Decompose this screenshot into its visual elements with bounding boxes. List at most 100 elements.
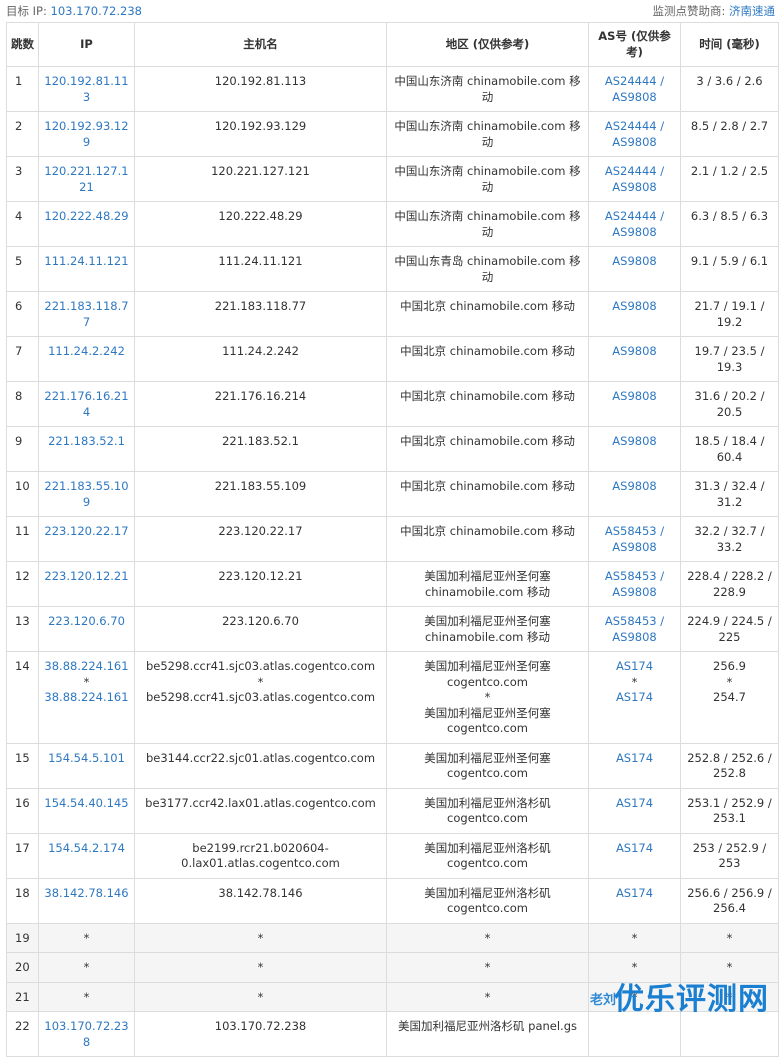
ip-cell: 103.170.72.238 — [38, 1011, 135, 1057]
table-row: 4 120.222.48.29 120.222.48.29 中国山东济南 chinam… — [6, 201, 779, 247]
as-link[interactable]: AS58453 / — [593, 614, 676, 630]
region-cell: 中国北京 chinamobile.com 移动 — [386, 381, 589, 427]
as-link[interactable]: AS9808 — [593, 389, 676, 405]
time-text: 32.2 / 32.7 / — [694, 524, 765, 538]
region-text: 美国加利福尼亚州洛杉矶 panel.gs — [397, 1019, 577, 1033]
ip-link[interactable]: 221.183.55.109 — [43, 479, 130, 510]
as-cell — [588, 1011, 681, 1057]
hostname-text: 120.221.127.121 — [211, 164, 310, 178]
ip-link[interactable]: 111.24.11.121 — [43, 254, 130, 270]
ip-link[interactable]: 120.192.93.129 — [43, 119, 130, 150]
as-link[interactable]: AS9808 — [593, 180, 676, 196]
col-header-time: 时间 (毫秒) — [680, 22, 779, 67]
as-text: * — [631, 930, 638, 945]
region-cell: 美国加利福尼亚州洛杉矶 cogentco.com — [386, 877, 589, 924]
time-text: 253.1 — [713, 811, 746, 825]
table-row: 14 38.88.224.161 * 38.88.224.161 be5298.ccr4… — [6, 651, 779, 744]
ip-link[interactable]: 221.183.52.1 — [43, 434, 130, 450]
hostname-cell: be2199.rcr21.b020604- 0.lax01.atlas.cogen… — [134, 832, 387, 879]
table-row: 19 * * * * * — [6, 922, 779, 953]
time-text: 18.5 / 18.4 / — [694, 434, 765, 448]
as-cell: AS174 — [588, 787, 681, 834]
ip-link[interactable]: 120.192.81.113 — [43, 74, 130, 105]
as-link[interactable]: AS9808 — [593, 434, 676, 450]
as-cell: AS24444 /AS9808 — [588, 66, 681, 112]
time-cell: * — [680, 922, 779, 953]
hostname-cell: 120.222.48.29 — [134, 201, 387, 247]
table-row: 2 120.192.93.129 120.192.93.129 中国山东济南 chin… — [6, 111, 779, 157]
as-link[interactable]: AS9808 — [593, 90, 676, 106]
ip-cell: 221.183.118.77 — [38, 291, 135, 337]
as-link[interactable]: AS24444 / — [593, 119, 676, 135]
as-link[interactable]: AS9808 — [593, 540, 676, 556]
as-link[interactable]: AS174 — [593, 796, 676, 812]
ip-link[interactable]: 223.120.6.70 — [43, 614, 130, 630]
as-link[interactable]: AS9808 — [593, 585, 676, 601]
as-link[interactable]: AS24444 / — [593, 164, 676, 180]
region-cell: * — [386, 952, 589, 983]
as-link[interactable]: AS24444 / — [593, 74, 676, 90]
ip-link[interactable]: 120.221.127.121 — [43, 164, 130, 195]
as-link[interactable]: AS174 — [593, 690, 676, 706]
ip-cell: * — [38, 922, 135, 953]
as-link[interactable]: AS58453 / — [593, 524, 676, 540]
table-row: 1 120.192.81.113 120.192.81.113 中国山东济南 chin… — [6, 66, 779, 112]
as-link[interactable]: AS58453 / — [593, 569, 676, 585]
region-text: 美国加利福尼亚州洛杉矶 — [424, 840, 551, 855]
as-link[interactable]: AS174 — [593, 659, 676, 675]
ip-cell: 38.88.224.161 * 38.88.224.161 — [38, 651, 135, 744]
table-row: 15 154.54.5.101 be3144.ccr22.sjc01.atlas.c… — [6, 742, 779, 789]
table-row: 8 221.176.16.214 221.176.16.214 中国北京 chinam… — [6, 381, 779, 427]
time-text: 253.1 / 252.9 / — [687, 795, 772, 810]
as-link[interactable]: AS9808 — [593, 344, 676, 360]
hostname-text: 221.183.55.109 — [214, 479, 307, 493]
hop-cell: 4 — [6, 201, 39, 247]
hop-cell: 18 — [6, 877, 39, 924]
region-cell: 中国山东济南 chinamobile.com 移动 — [386, 111, 589, 157]
region-cell: 美国加利福尼亚州洛杉矶 panel.gs — [386, 1011, 589, 1057]
ip-link[interactable]: 221.176.16.214 — [43, 389, 130, 420]
sponsor-link[interactable]: 济南速通 — [729, 4, 775, 18]
target-ip-value: 103.170.72.238 — [50, 4, 142, 18]
as-link[interactable]: AS174 — [593, 751, 676, 767]
ip-link[interactable]: 154.54.2.174 — [43, 841, 130, 857]
as-link[interactable]: AS9808 — [593, 299, 676, 315]
ip-link[interactable]: 120.222.48.29 — [43, 209, 130, 225]
as-link[interactable]: AS9808 — [593, 479, 676, 495]
hostname-text: 221.183.52.1 — [222, 434, 299, 448]
ip-link[interactable]: 38.142.78.146 — [43, 886, 130, 902]
sponsor-label: 监测点赞助商: — [652, 4, 726, 18]
region-cell: 美国加利福尼亚州圣何塞 chinamobile.com 移动 — [386, 561, 589, 607]
ip-cell: 120.192.93.129 — [38, 111, 135, 157]
hostname-cell: 120.192.93.129 — [134, 111, 387, 157]
ip-link[interactable]: 38.88.224.161 — [43, 690, 130, 706]
ip-link[interactable]: 111.24.2.242 — [43, 344, 130, 360]
as-link[interactable]: AS24444 / — [593, 209, 676, 225]
as-link[interactable]: AS9808 — [593, 254, 676, 270]
region-cell: 中国山东青岛 chinamobile.com 移动 — [386, 246, 589, 292]
hop-cell: 20 — [6, 952, 39, 983]
as-link[interactable]: AS174 — [593, 886, 676, 902]
ip-link[interactable]: 154.54.40.145 — [43, 796, 130, 812]
as-link[interactable]: AS174 — [593, 841, 676, 857]
ip-link[interactable]: 154.54.5.101 — [43, 751, 130, 767]
hop-cell: 1 — [6, 66, 39, 112]
as-link[interactable]: AS9808 — [593, 135, 676, 151]
region-text: 美国加利福尼亚州圣何塞 — [424, 705, 551, 720]
hostname-cell: 221.176.16.214 — [134, 381, 387, 427]
ip-link[interactable]: 223.120.22.17 — [43, 524, 130, 540]
ip-link[interactable]: 223.120.12.21 — [43, 569, 130, 585]
hostname-cell: be3177.ccr42.lax01.atlas.cogentco.com — [134, 787, 387, 834]
region-text: 美国加利福尼亚州圣何塞 — [424, 750, 551, 765]
as-link[interactable]: AS9808 — [593, 225, 676, 241]
as-cell: AS58453 /AS9808 — [588, 561, 681, 607]
time-text: 8.5 / 2.8 / 2.7 — [690, 119, 769, 133]
ip-link[interactable]: 221.183.118.77 — [43, 299, 130, 330]
ip-link[interactable]: 38.88.224.161 — [43, 659, 130, 675]
time-text: 19.7 / 23.5 / — [694, 344, 765, 358]
as-link[interactable]: AS9808 — [593, 630, 676, 646]
table-row: 11 223.120.22.17 223.120.22.17 中国北京 chinamo… — [6, 516, 779, 562]
hop-cell: 12 — [6, 561, 39, 607]
ip-cell: 223.120.12.21 — [38, 561, 135, 607]
hostname-text: * — [257, 960, 264, 974]
